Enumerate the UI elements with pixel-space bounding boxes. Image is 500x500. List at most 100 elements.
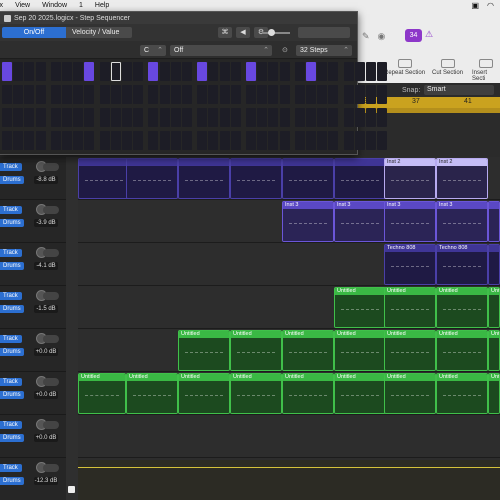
step-cell[interactable]: [219, 62, 230, 81]
step-cell[interactable]: [246, 108, 256, 127]
menu-item-help[interactable]: Help: [89, 2, 115, 9]
step-cell[interactable]: [170, 108, 181, 127]
step-cell[interactable]: [84, 131, 95, 150]
sequencer-slider-track[interactable]: [262, 32, 290, 34]
step-cell[interactable]: [170, 85, 181, 104]
step-cell[interactable]: [182, 62, 192, 81]
step-cell[interactable]: [13, 108, 24, 127]
step-cell[interactable]: [62, 85, 72, 104]
step-cell[interactable]: [99, 131, 110, 150]
step-cell[interactable]: [35, 108, 46, 127]
drums-button[interactable]: Drums: [0, 391, 24, 399]
menu-item-edit[interactable]: ix: [0, 2, 9, 9]
snap-select[interactable]: Smart: [424, 85, 494, 95]
step-cell[interactable]: [148, 108, 159, 127]
drums-button[interactable]: Drums: [0, 477, 24, 485]
step-cell[interactable]: [110, 62, 121, 81]
step-cell[interactable]: [35, 131, 46, 150]
step-cell[interactable]: [99, 108, 110, 127]
step-cell[interactable]: [62, 108, 72, 127]
drums-button[interactable]: Drums: [0, 262, 24, 270]
repeat-section-button[interactable]: Repeat Section: [384, 59, 425, 76]
automation-lane[interactable]: [78, 460, 500, 500]
region[interactable]: Untitled: [126, 373, 178, 414]
region[interactable]: Untitled: [178, 330, 230, 371]
note-select[interactable]: C ⌃: [140, 45, 166, 56]
region[interactable]: Untitled: [488, 330, 500, 371]
region[interactable]: Untitled: [436, 373, 488, 414]
step-cell[interactable]: [24, 131, 35, 150]
region[interactable]: Inst 3: [384, 201, 436, 242]
region[interactable]: [126, 158, 178, 199]
step-sequencer-titlebar[interactable]: Sep 20 2025.logicx - Step Sequencer: [0, 12, 357, 24]
step-cell[interactable]: [268, 108, 279, 127]
region[interactable]: Inst 3: [334, 201, 386, 242]
notes-icon[interactable]: ▣: [471, 1, 479, 10]
step-cell[interactable]: [246, 85, 256, 104]
region[interactable]: Untitled: [282, 330, 334, 371]
step-cell[interactable]: [50, 85, 61, 104]
step-cell[interactable]: [35, 85, 46, 104]
step-cell[interactable]: [354, 62, 365, 81]
step-cell[interactable]: [317, 131, 328, 150]
region[interactable]: [230, 158, 282, 199]
cut-section-button[interactable]: Cut Section: [432, 59, 463, 76]
region[interactable]: Untitled: [384, 373, 436, 414]
step-cell[interactable]: [148, 131, 159, 150]
mute-toggle[interactable]: [43, 378, 59, 386]
track-button[interactable]: Track: [0, 335, 22, 343]
mute-toggle[interactable]: [43, 464, 59, 472]
step-cell[interactable]: [366, 62, 376, 81]
step-cell[interactable]: [328, 131, 339, 150]
step-cell[interactable]: [197, 85, 208, 104]
track-button[interactable]: Track: [0, 163, 22, 171]
step-cell[interactable]: [50, 131, 61, 150]
step-cell[interactable]: [279, 108, 290, 127]
step-cell[interactable]: [133, 85, 144, 104]
step-cell[interactable]: [306, 108, 316, 127]
step-cell[interactable]: [208, 62, 219, 81]
step-cell[interactable]: [279, 85, 290, 104]
step-cell[interactable]: [122, 62, 132, 81]
step-cell[interactable]: [208, 108, 219, 127]
step-cell[interactable]: [13, 131, 24, 150]
step-cell[interactable]: [343, 108, 354, 127]
step-cell[interactable]: [377, 62, 388, 81]
step-cell[interactable]: [2, 85, 12, 104]
track-button[interactable]: Track: [0, 292, 22, 300]
step-cell[interactable]: [377, 131, 388, 150]
region[interactable]: Untitled: [436, 287, 488, 328]
steps-select[interactable]: 32 Steps ⌃: [296, 45, 352, 56]
step-cell[interactable]: [197, 131, 208, 150]
step-cell[interactable]: [230, 131, 241, 150]
step-cell[interactable]: [279, 131, 290, 150]
step-cell[interactable]: [170, 131, 181, 150]
step-cell[interactable]: [377, 108, 388, 127]
step-cell[interactable]: [159, 62, 170, 81]
step-cell[interactable]: [208, 131, 219, 150]
step-cell[interactable]: [343, 131, 354, 150]
step-cell[interactable]: [366, 108, 376, 127]
mute-toggle[interactable]: [43, 249, 59, 257]
mute-toggle[interactable]: [43, 292, 59, 300]
step-cell[interactable]: [84, 108, 95, 127]
region[interactable]: Untitled: [436, 330, 488, 371]
step-cell[interactable]: [50, 108, 61, 127]
step-cell[interactable]: [366, 131, 376, 150]
step-cell[interactable]: [133, 131, 144, 150]
step-cell[interactable]: [110, 85, 121, 104]
automation-line[interactable]: [78, 467, 500, 468]
drums-button[interactable]: Drums: [0, 176, 24, 184]
step-cell[interactable]: [122, 85, 132, 104]
step-cell[interactable]: [133, 62, 144, 81]
step-cell[interactable]: [366, 85, 376, 104]
region[interactable]: Untitled: [230, 330, 282, 371]
row-select[interactable]: Off ⌃: [170, 45, 272, 56]
link-icon[interactable]: ⌘: [218, 27, 232, 38]
loop-icon[interactable]: ⊙: [282, 45, 288, 56]
step-cell[interactable]: [208, 85, 219, 104]
region[interactable]: Techno 808: [384, 244, 436, 285]
drums-button[interactable]: Drums: [0, 219, 24, 227]
step-cell[interactable]: [62, 62, 72, 81]
speaker-icon[interactable]: ◀: [236, 27, 250, 38]
